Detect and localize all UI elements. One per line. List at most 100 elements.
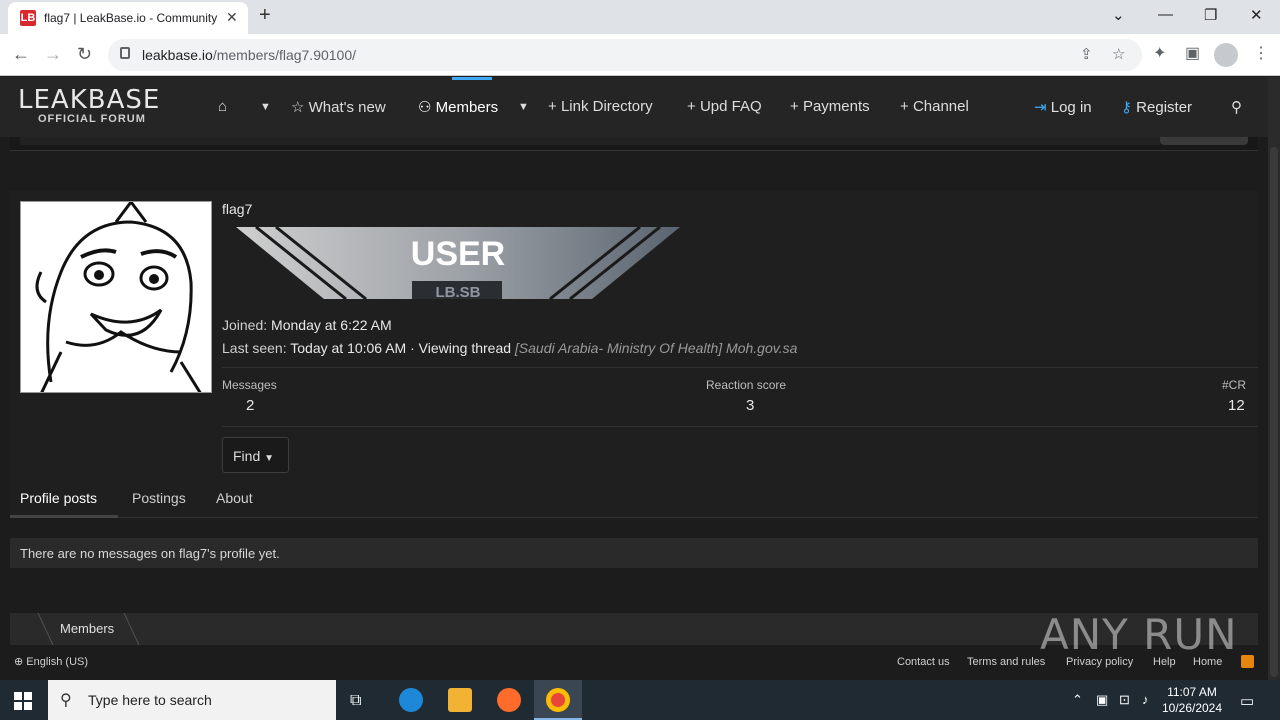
language-chooser[interactable]: ⊕ English (US) <box>14 655 88 668</box>
nav-channel[interactable]: + Channel <box>900 98 969 115</box>
rss-icon[interactable] <box>1241 655 1254 668</box>
chrome-icon[interactable] <box>546 688 570 712</box>
home-icon[interactable]: ⌂ <box>218 98 227 115</box>
minimize-button[interactable]: — <box>1158 6 1173 23</box>
lock-icon <box>120 47 130 59</box>
close-window-button[interactable]: ✕ <box>1250 6 1263 24</box>
joined-value: Monday at 6:22 AM <box>271 317 392 333</box>
share-icon[interactable]: ⇪ <box>1080 45 1093 63</box>
clock-time: 11:07 AM <box>1167 685 1217 699</box>
reaction-score-value[interactable]: 3 <box>746 397 754 414</box>
anyrun-watermark: ANY RUN <box>1040 610 1238 659</box>
bookmark-star-icon[interactable]: ☆ <box>1112 45 1125 63</box>
banner-sub-text: LB.SB <box>436 284 481 299</box>
nav-whats-new-label: What's new <box>308 99 386 116</box>
messages-value[interactable]: 2 <box>246 397 254 414</box>
side-panel-icon[interactable]: ▣ <box>1185 43 1200 63</box>
url-bar[interactable]: leakbase.io/members/flag7.90100/ ⇪ ☆ <box>108 39 1142 71</box>
footer-home-link[interactable]: Home <box>1193 656 1222 668</box>
file-explorer-icon[interactable] <box>448 688 472 712</box>
restore-button[interactable]: ❐ <box>1204 6 1217 24</box>
find-button[interactable]: Find ▼ <box>222 437 289 473</box>
cr-value: 12 <box>1228 397 1245 414</box>
forward-icon[interactable]: → <box>44 44 62 65</box>
browser-tab[interactable]: LB flag7 | LeakBase.io - Community ✕ <box>8 2 248 34</box>
members-icon: ⚇ <box>418 99 432 116</box>
tab-search-icon[interactable]: ⌄ <box>1112 6 1125 24</box>
find-label: Find <box>233 448 261 464</box>
footer-terms-link[interactable]: Terms and rules <box>967 656 1045 668</box>
footer-privacy-link[interactable]: Privacy policy <box>1066 656 1133 668</box>
footer-help-link[interactable]: Help <box>1153 656 1176 668</box>
tab-profile-posts[interactable]: Profile posts <box>20 490 97 506</box>
taskbar-clock[interactable]: 11:07 AM 10/26/2024 <box>1160 684 1224 716</box>
favicon-icon: LB <box>20 10 36 26</box>
scrollbar-thumb[interactable] <box>1270 147 1278 677</box>
tab-postings[interactable]: Postings <box>132 490 186 506</box>
joined-label: Joined: <box>222 317 268 333</box>
nav-link-directory[interactable]: + Link Directory <box>548 98 653 115</box>
extensions-icon[interactable]: ✦ <box>1153 43 1166 63</box>
volume-icon[interactable]: ♪ <box>1142 692 1149 707</box>
last-seen-label: Last seen: <box>222 340 287 356</box>
close-tab-icon[interactable]: ✕ <box>226 9 238 26</box>
tray-chevron-icon[interactable]: ⌃ <box>1072 692 1083 708</box>
breadcrumb-members[interactable]: Members <box>60 621 114 636</box>
last-seen-line: Last seen: Today at 10:06 AM · Viewing t… <box>222 340 797 356</box>
login-label: Log in <box>1050 99 1092 116</box>
search-icon: ⚲ <box>60 692 72 709</box>
register-link[interactable]: ⚷ Register <box>1121 98 1192 116</box>
windows-start-icon[interactable] <box>14 692 32 710</box>
members-dropdown-icon[interactable]: ▼ <box>518 101 529 113</box>
search-icon[interactable]: ⚲ <box>1231 98 1242 116</box>
site-header: LEAKBASE OFFICIAL FORUM ⌂ ▼ ☆ What's new… <box>0 77 1268 137</box>
network-icon[interactable]: ⊡ <box>1119 692 1130 708</box>
banner-rank-text: USER <box>411 235 505 273</box>
nav-active-indicator <box>452 77 492 80</box>
header-substrip <box>10 137 1258 151</box>
nav-upd-faq-label: Upd FAQ <box>699 98 762 115</box>
joined-line: Joined: Monday at 6:22 AM <box>222 317 392 333</box>
nav-members-label: Members <box>435 99 499 116</box>
site-logo[interactable]: LEAKBASE OFFICIAL FORUM <box>18 87 159 125</box>
nav-upd-faq[interactable]: + Upd FAQ <box>687 98 762 115</box>
browser-tabbar: LB flag7 | LeakBase.io - Community ✕ + ⌄… <box>0 0 1280 34</box>
menu-kebab-icon[interactable]: ⋮ <box>1253 43 1269 63</box>
messages-label: Messages <box>222 378 277 392</box>
tab-title: flag7 | LeakBase.io - Community <box>44 11 218 25</box>
firefox-icon[interactable] <box>497 688 521 712</box>
page-scrollbar[interactable] <box>1268 77 1280 680</box>
address-bar-row: ← → ↻ leakbase.io/members/flag7.90100/ ⇪… <box>0 34 1280 76</box>
reload-icon[interactable]: ↻ <box>77 44 92 65</box>
login-icon: ⇥ <box>1034 99 1047 116</box>
taskbar-search[interactable]: ⚲ Type here to search <box>48 680 336 720</box>
divider <box>222 426 1258 427</box>
register-label: Register <box>1136 99 1193 116</box>
back-icon[interactable]: ← <box>12 44 30 65</box>
nav-members[interactable]: ⚇ Members <box>418 98 498 116</box>
reaction-score-label: Reaction score <box>706 378 787 392</box>
notifications-icon[interactable]: ▭ <box>1240 692 1254 710</box>
star-icon: ☆ <box>291 99 305 116</box>
new-tab-button[interactable]: + <box>259 4 271 27</box>
member-avatar <box>20 201 212 393</box>
nav-payments[interactable]: + Payments <box>790 98 870 115</box>
clock-date: 10/26/2024 <box>1161 701 1223 715</box>
nav-whats-new[interactable]: ☆ What's new <box>291 98 386 116</box>
profile-avatar-icon[interactable] <box>1214 43 1238 67</box>
url-text[interactable]: leakbase.io/members/flag7.90100/ <box>142 47 356 63</box>
last-seen-thread-link[interactable]: [Saudi Arabia- Ministry Of Health] Moh.g… <box>515 340 797 356</box>
taskbar-search-placeholder: Type here to search <box>88 692 212 708</box>
empty-profile-message: There are no messages on flag7's profile… <box>10 538 1258 568</box>
tab-about[interactable]: About <box>216 490 253 506</box>
login-link[interactable]: ⇥ Log in <box>1034 98 1092 116</box>
url-path: /members/flag7.90100/ <box>212 47 357 63</box>
task-view-icon[interactable]: ⧉ <box>350 692 361 710</box>
edge-icon[interactable] <box>399 688 423 712</box>
tray-device-icon[interactable]: ▣ <box>1096 692 1108 708</box>
nav-payments-label: Payments <box>802 98 870 115</box>
footer-contact-link[interactable]: Contact us <box>897 656 950 668</box>
key-icon: ⚷ <box>1121 99 1132 116</box>
home-dropdown-icon[interactable]: ▼ <box>260 101 271 113</box>
url-host: leakbase.io <box>142 47 213 63</box>
